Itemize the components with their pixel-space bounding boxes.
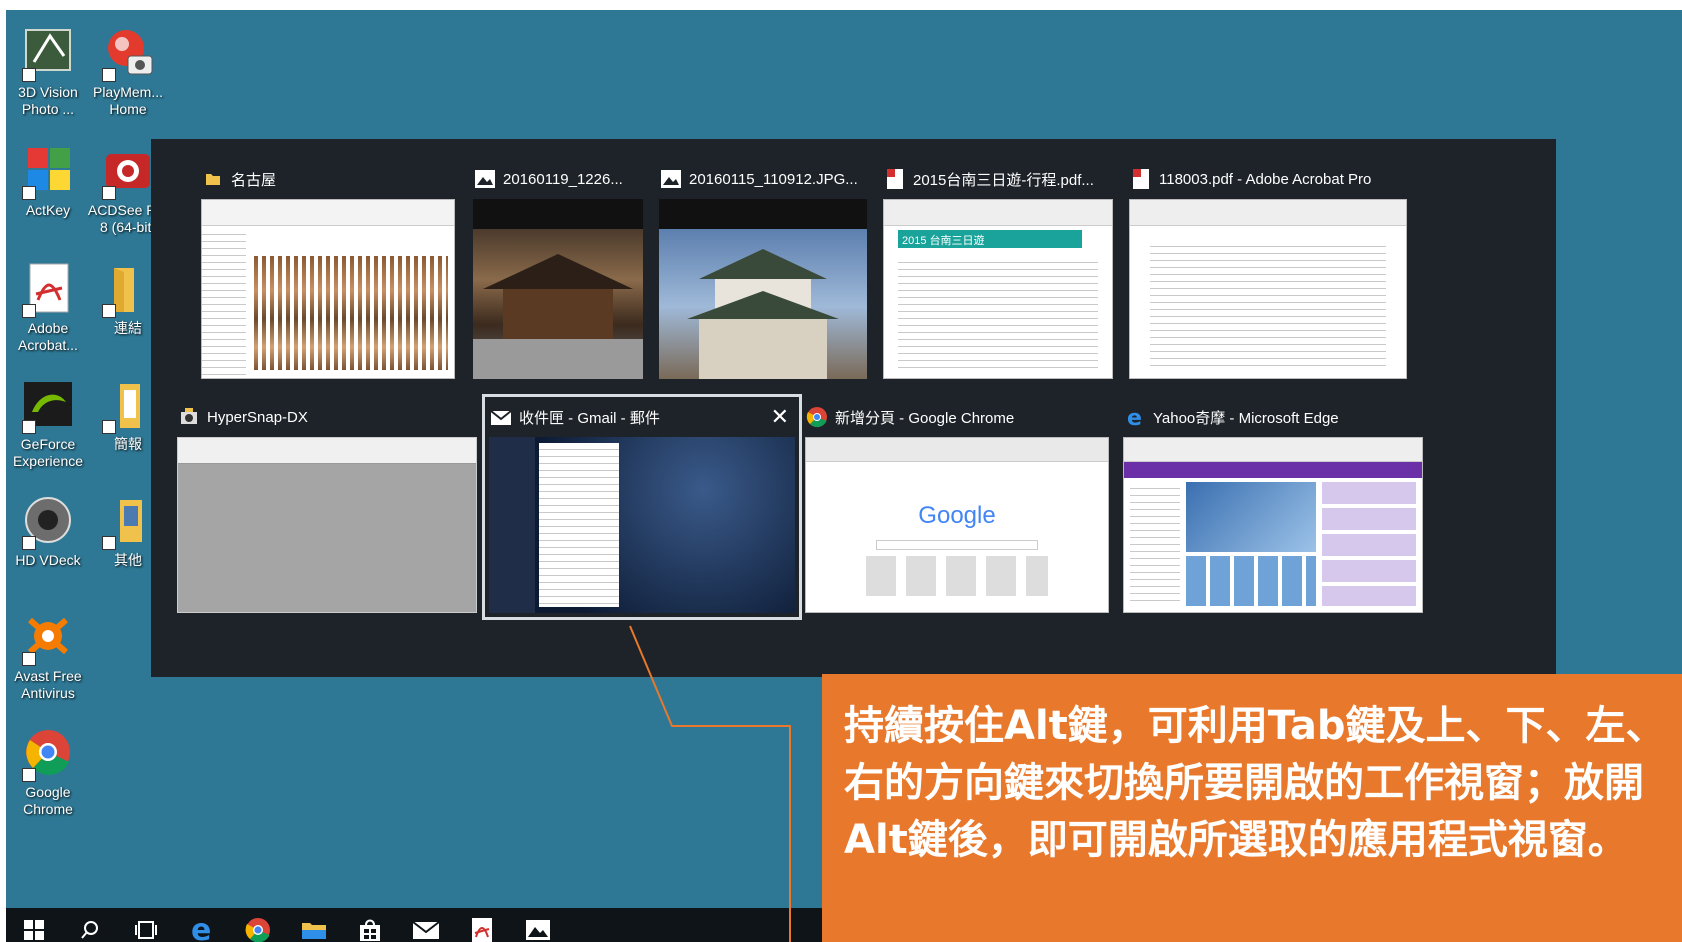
window-title: 新增分頁 - Google Chrome [835, 409, 1015, 427]
hdvdeck-icon [20, 494, 76, 550]
window-title-bar: HyperSnap-DX [177, 401, 477, 433]
desktop-icon-label: Adobe Acrobat... [18, 320, 78, 353]
desktop-icon-actkey[interactable]: ActKey [6, 144, 90, 219]
window-title: HyperSnap-DX [207, 408, 308, 426]
pdf-heading: 2015 台南三日遊 [898, 230, 1082, 248]
pdf-icon[interactable] [454, 908, 510, 942]
switcher-window-chrome[interactable]: 新增分頁 - Google Chrome Google [805, 401, 1109, 613]
window-thumbnail [177, 437, 477, 613]
svg-text:e: e [1127, 406, 1142, 428]
window-thumbnail [473, 199, 643, 379]
photos-icon [473, 167, 497, 191]
window-title: 20160115_110912.JPG... [689, 170, 858, 188]
search-icon[interactable] [62, 908, 118, 942]
desktop-icon-label: HD VDeck [15, 552, 81, 568]
folder-icon [100, 378, 156, 434]
window-title-bar: 收件匣 - Gmail - 郵件 [489, 401, 795, 433]
desktop-icon-label: 3D Vision Photo ... [18, 84, 78, 117]
switcher-window-photo-2[interactable]: 20160115_110912.JPG... [659, 163, 867, 379]
switcher-window-hypersnap[interactable]: HyperSnap-DX [177, 401, 477, 613]
pdf-icon [883, 167, 907, 191]
window-thumbnail [489, 437, 795, 613]
chrome-icon[interactable] [230, 908, 286, 942]
instruction-callout: 持續按住Alt鍵，可利用Tab鍵及上、下、左、右的方向鍵來切換所要開啟的工作視窗… [822, 674, 1682, 942]
desktop-icon-playmemories[interactable]: PlayMem... Home [86, 26, 170, 118]
desktop-icon-3d-vision[interactable]: 3D Vision Photo ... [6, 26, 90, 118]
desktop-icon-label: ActKey [25, 202, 71, 218]
desktop-icon-label: PlayMem... Home [92, 84, 163, 117]
photos-icon[interactable] [510, 908, 566, 942]
desktop-icon-acrobat[interactable]: Adobe Acrobat... [6, 262, 90, 354]
mail-icon[interactable] [398, 908, 454, 942]
window-thumbnail: Google [805, 437, 1109, 613]
switcher-window-edge[interactable]: e Yahoo奇摩 - Microsoft Edge [1123, 401, 1423, 613]
switcher-window-mail[interactable]: 收件匣 - Gmail - 郵件 ✕ [482, 394, 802, 620]
chrome-icon [20, 726, 76, 782]
start-icon[interactable] [6, 908, 62, 942]
desktop-icon-avast[interactable]: Avast Free Antivirus [6, 610, 90, 702]
task-view-icon[interactable] [118, 908, 174, 942]
switcher-window-pdf-trip[interactable]: 2015台南三日遊-行程.pdf... 2015 台南三日遊 [883, 163, 1113, 379]
window-thumbnail [659, 199, 867, 379]
desktop-icon-hdvdeck[interactable]: HD VDeck [6, 494, 90, 569]
chrome-icon [805, 405, 829, 429]
acdsee-icon [100, 144, 156, 200]
acrobat-icon [20, 262, 76, 318]
avast-icon [20, 610, 76, 666]
edge-icon: e [1123, 405, 1147, 429]
window-thumbnail [1129, 199, 1407, 379]
store-icon[interactable] [342, 908, 398, 942]
task-switcher: 名古屋 20160119_1226... 20160115_110912.JPG… [151, 139, 1556, 677]
file-explorer-icon[interactable] [286, 908, 342, 942]
folder-icon [100, 494, 156, 550]
hypersnap-icon [177, 405, 201, 429]
desktop-icon-geforce[interactable]: GeForce Experience [6, 378, 90, 470]
desktop-icon-label: Google Chrome [23, 784, 73, 817]
mail-icon [489, 405, 513, 429]
window-thumbnail [1123, 437, 1423, 613]
switcher-window-photo-1[interactable]: 20160119_1226... [473, 163, 643, 379]
window-title-bar: 2015台南三日遊-行程.pdf... [883, 163, 1113, 195]
photos-icon [659, 167, 683, 191]
desktop-icon-chrome[interactable]: Google Chrome [6, 726, 90, 818]
svg-text:e: e [191, 916, 211, 942]
switcher-window-explorer[interactable]: 名古屋 [201, 163, 455, 379]
window-title: 2015台南三日遊-行程.pdf... [913, 171, 1094, 189]
pdf-icon [1129, 167, 1153, 191]
window-title-bar: e Yahoo奇摩 - Microsoft Edge [1123, 401, 1423, 433]
close-icon[interactable]: ✕ [771, 406, 789, 428]
folder-icon [201, 167, 225, 191]
window-title-bar: 20160119_1226... [473, 163, 643, 195]
window-thumbnail: 2015 台南三日遊 [883, 199, 1113, 379]
google-logo: Google [918, 502, 996, 529]
window-title: 118003.pdf - Adobe Acrobat Pro [1159, 170, 1372, 188]
geforce-icon [20, 378, 76, 434]
desktop-icon-label: GeForce Experience [12, 436, 84, 469]
edge-icon[interactable]: e [174, 908, 230, 942]
window-title: 收件匣 - Gmail - 郵件 [519, 409, 660, 427]
window-title: 20160119_1226... [503, 170, 623, 188]
window-title-bar: 118003.pdf - Adobe Acrobat Pro [1129, 163, 1407, 195]
callout-text: 持續按住Alt鍵，可利用Tab鍵及上、下、左、右的方向鍵來切換所要開啟的工作視窗… [844, 703, 1666, 863]
actkey-icon [20, 144, 76, 200]
playmemories-icon [100, 26, 156, 82]
window-thumbnail [201, 199, 455, 379]
desktop-icon-label: Avast Free Antivirus [14, 668, 82, 701]
switcher-window-acrobat[interactable]: 118003.pdf - Adobe Acrobat Pro [1129, 163, 1407, 379]
window-title: Yahoo奇摩 - Microsoft Edge [1153, 409, 1339, 427]
window-title-bar: 20160115_110912.JPG... [659, 163, 867, 195]
folder-icon [100, 262, 156, 318]
window-title: 名古屋 [231, 171, 277, 189]
3d-vision-icon [20, 26, 76, 82]
window-title-bar: 新增分頁 - Google Chrome [805, 401, 1109, 433]
window-title-bar: 名古屋 [201, 163, 455, 195]
